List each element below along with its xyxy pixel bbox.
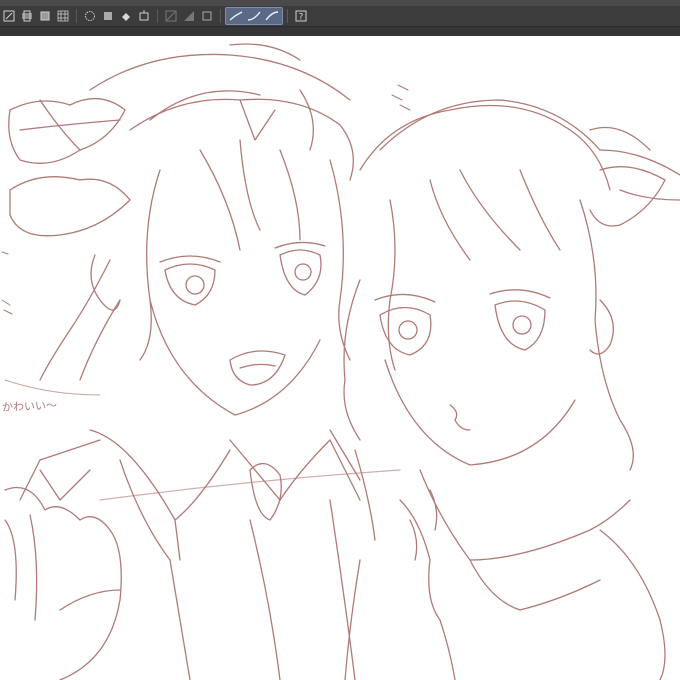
svg-text:?: ?	[299, 13, 304, 23]
lock-icon[interactable]	[163, 8, 179, 24]
stroke-mode-group[interactable]	[225, 7, 283, 25]
paint-application: ? かわいい〜	[0, 0, 680, 680]
toolbar-separator	[76, 9, 77, 23]
toolbar-separator	[157, 9, 158, 23]
radial-icon[interactable]	[82, 8, 98, 24]
tool-options-bar: ?	[0, 6, 680, 27]
right-character-sketch	[329, 99, 680, 680]
handwritten-note: かわいい〜	[1, 399, 58, 414]
square-icon[interactable]	[199, 8, 215, 24]
stroke-curve-icon[interactable]	[246, 8, 262, 24]
paint-bucket-icon[interactable]	[100, 8, 116, 24]
transform-icon[interactable]	[136, 8, 152, 24]
brush-tool-icon[interactable]	[19, 8, 35, 24]
stroke-ramp-icon[interactable]	[264, 8, 280, 24]
toolbar-separator	[220, 9, 221, 23]
pen-tool-icon[interactable]	[1, 8, 17, 24]
left-character-sketch	[4, 43, 401, 680]
fill-icon[interactable]	[118, 8, 134, 24]
toolbar-divider-strip	[0, 27, 680, 36]
grid-icon[interactable]	[55, 8, 71, 24]
eraser-tool-icon[interactable]	[37, 8, 53, 24]
stroke-smooth-icon[interactable]	[228, 8, 244, 24]
help-icon[interactable]: ?	[293, 8, 309, 24]
drawing-canvas[interactable]: かわいい〜	[0, 36, 680, 680]
hatch-icon[interactable]	[181, 8, 197, 24]
sketch-artwork	[1, 43, 680, 680]
toolbar-separator	[287, 9, 288, 23]
